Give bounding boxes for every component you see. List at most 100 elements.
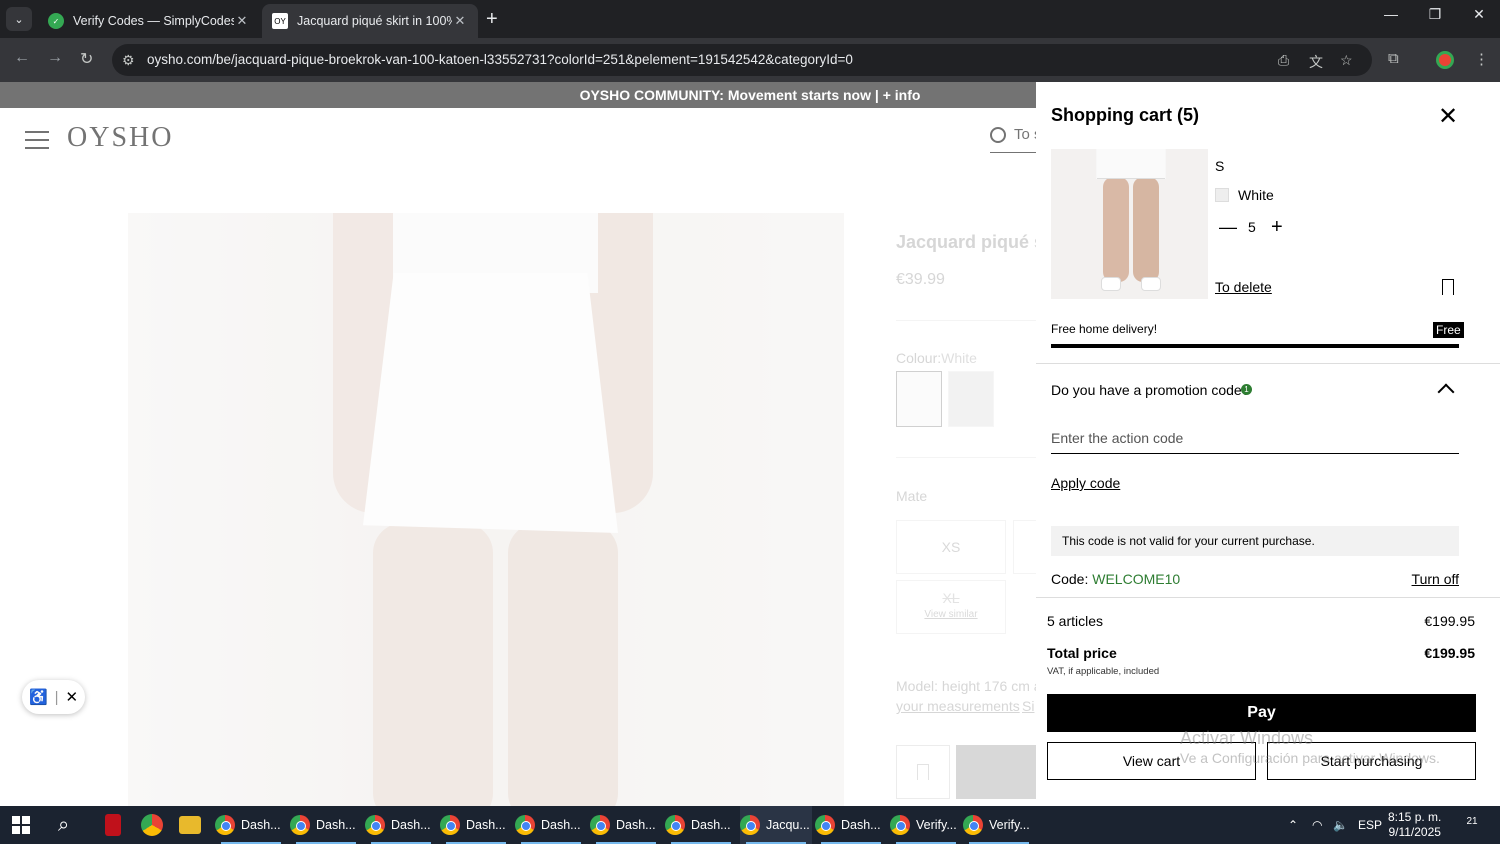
taskbar-item-label: Jacqu... bbox=[766, 818, 810, 832]
quantity-value: 5 bbox=[1248, 219, 1256, 235]
code-prefix: Code: bbox=[1051, 571, 1089, 587]
articles-count: 5 articles bbox=[1047, 613, 1104, 629]
notification-count: 21 bbox=[1466, 816, 1478, 827]
file-explorer-icon[interactable] bbox=[179, 816, 201, 834]
windows-activation-title: Activar Windows bbox=[1180, 728, 1314, 748]
chrome-icon bbox=[590, 815, 610, 835]
chrome-icon[interactable] bbox=[141, 814, 163, 836]
taskbar-item-label: Verify... bbox=[989, 818, 1030, 832]
more-menu-icon[interactable]: ⋮ bbox=[1474, 50, 1489, 68]
wifi-icon[interactable]: ◠ bbox=[1312, 818, 1322, 832]
forward-icon[interactable]: → bbox=[47, 49, 63, 67]
bookmark-icon[interactable] bbox=[1442, 279, 1454, 295]
accessibility-widget[interactable]: ♿ | ✕ bbox=[22, 680, 85, 714]
articles-subtotal: €199.95 bbox=[1424, 613, 1475, 629]
taskbar-item-label: Dash... bbox=[691, 818, 731, 832]
free-delivery-progress bbox=[1051, 344, 1459, 348]
promo-code-input[interactable] bbox=[1051, 422, 1459, 454]
url-text: oysho.com/be/jacquard-pique-broekrok-van… bbox=[147, 52, 853, 67]
divider bbox=[1036, 363, 1500, 364]
site-info-icon[interactable]: ⚙ bbox=[122, 52, 135, 69]
taskbar-item-label: Dash... bbox=[466, 818, 506, 832]
oysho-favicon-icon: OY bbox=[272, 13, 288, 29]
promo-error-message: This code is not valid for your current … bbox=[1051, 526, 1459, 556]
turn-off-code-link[interactable]: Turn off bbox=[1412, 571, 1459, 587]
delete-item-link[interactable]: To delete bbox=[1215, 279, 1272, 295]
tab-verify-codes[interactable]: ✓ Verify Codes — SimplyCodes ✕ bbox=[38, 4, 260, 38]
search-icon[interactable]: ⌕ bbox=[58, 814, 69, 837]
chevron-up-icon[interactable] bbox=[1437, 383, 1455, 401]
minimize-icon[interactable]: — bbox=[1376, 6, 1406, 22]
tab-jacquard[interactable]: OY Jacquard piqué skirt in 100% co ✕ bbox=[262, 4, 478, 38]
chrome-icon bbox=[515, 815, 535, 835]
address-bar[interactable]: ⚙ oysho.com/be/jacquard-pique-broekrok-v… bbox=[112, 44, 1372, 76]
tab-search-chevron-icon[interactable]: ⌄ bbox=[6, 7, 32, 31]
taskbar-item-label: Dash... bbox=[316, 818, 356, 832]
chrome-icon bbox=[665, 815, 685, 835]
notifications-icon[interactable]: 21 bbox=[1460, 816, 1484, 834]
apple-pay-label: Pay bbox=[1247, 704, 1276, 721]
profile-avatar[interactable] bbox=[1436, 51, 1454, 69]
taskbar-item-label: Dash... bbox=[241, 818, 281, 832]
web-page: OYSHO COMMUNITY: Movement starts now | +… bbox=[0, 82, 1500, 806]
taskbar-item[interactable]: Verify... bbox=[890, 806, 962, 844]
chrome-icon bbox=[740, 815, 760, 835]
chrome-icon bbox=[290, 815, 310, 835]
chrome-icon bbox=[365, 815, 385, 835]
install-app-icon[interactable]: ⎙ bbox=[1278, 52, 1289, 69]
taskbar-item[interactable]: Dash... bbox=[815, 806, 887, 844]
extensions-icon[interactable]: ⧉ bbox=[1388, 50, 1399, 67]
taskbar-item[interactable]: Dash... bbox=[215, 806, 287, 844]
page-dim-overlay[interactable] bbox=[0, 82, 1036, 806]
chevron-up-icon[interactable]: ⌃ bbox=[1288, 818, 1298, 832]
clock-time: 8:15 p. m. bbox=[1388, 810, 1442, 824]
simplycodes-favicon-icon: ✓ bbox=[48, 13, 64, 29]
quantity-decrease-icon[interactable]: — bbox=[1219, 217, 1237, 238]
volume-icon[interactable]: 🔈 bbox=[1333, 818, 1348, 832]
restore-icon[interactable]: ❐ bbox=[1420, 6, 1450, 23]
windows-start-icon[interactable] bbox=[12, 816, 30, 834]
close-accessibility-icon[interactable]: ✕ bbox=[65, 688, 78, 706]
chrome-icon bbox=[215, 815, 235, 835]
free-delivery-label: Free home delivery! bbox=[1051, 322, 1158, 336]
taskbar-clock[interactable]: 8:15 p. m. 9/11/2025 bbox=[1388, 810, 1441, 840]
taskbar-item[interactable]: Dash... bbox=[590, 806, 662, 844]
reload-icon[interactable]: ↻ bbox=[80, 49, 93, 69]
close-tab-icon[interactable]: ✕ bbox=[452, 13, 468, 29]
close-tab-icon[interactable]: ✕ bbox=[234, 13, 250, 29]
new-tab-icon[interactable]: + bbox=[486, 8, 498, 31]
apple-pay-button[interactable]: Pay bbox=[1047, 694, 1476, 732]
total-value: €199.95 bbox=[1424, 645, 1475, 661]
taskbar-item-label: Verify... bbox=[916, 818, 957, 832]
chrome-icon bbox=[963, 815, 983, 835]
quantity-increase-icon[interactable]: + bbox=[1271, 216, 1283, 239]
apply-code-link[interactable]: Apply code bbox=[1051, 475, 1120, 491]
taskbar-item[interactable]: Verify... bbox=[963, 806, 1035, 844]
back-icon[interactable]: ← bbox=[14, 49, 30, 67]
promo-question[interactable]: Do you have a promotion code? bbox=[1051, 382, 1249, 398]
applied-code: Code: WELCOME10 bbox=[1051, 571, 1180, 587]
taskbar-item[interactable]: Dash... bbox=[290, 806, 362, 844]
divider bbox=[1036, 597, 1500, 598]
windows-activation-subtitle: Ve a Configuración para activar Windows. bbox=[1180, 750, 1440, 766]
taskbar-item-label: Dash... bbox=[841, 818, 881, 832]
app-red-icon[interactable] bbox=[105, 814, 121, 836]
free-badge: Free bbox=[1433, 322, 1464, 338]
close-window-icon[interactable]: ✕ bbox=[1464, 6, 1494, 23]
chrome-icon bbox=[440, 815, 460, 835]
taskbar-item[interactable]: Dash... bbox=[440, 806, 512, 844]
windows-taskbar: ⌕ Dash... Dash... Dash... Dash... Dash..… bbox=[0, 806, 1500, 844]
promo-count-badge: 1 bbox=[1241, 384, 1252, 395]
bookmark-star-icon[interactable]: ☆ bbox=[1340, 52, 1353, 69]
taskbar-item[interactable]: Dash... bbox=[665, 806, 737, 844]
taskbar-item[interactable]: Dash... bbox=[365, 806, 437, 844]
cart-item-image[interactable] bbox=[1051, 149, 1208, 299]
language-indicator[interactable]: ESP bbox=[1358, 818, 1382, 832]
translate-icon[interactable]: 文 bbox=[1309, 52, 1323, 72]
total-label: Total price bbox=[1047, 645, 1117, 661]
taskbar-item-active[interactable]: Jacqu... bbox=[740, 806, 812, 844]
taskbar-item[interactable]: Dash... bbox=[515, 806, 587, 844]
accessibility-icon[interactable]: ♿ bbox=[29, 688, 48, 706]
close-icon[interactable]: ✕ bbox=[1436, 102, 1460, 131]
chrome-icon bbox=[890, 815, 910, 835]
